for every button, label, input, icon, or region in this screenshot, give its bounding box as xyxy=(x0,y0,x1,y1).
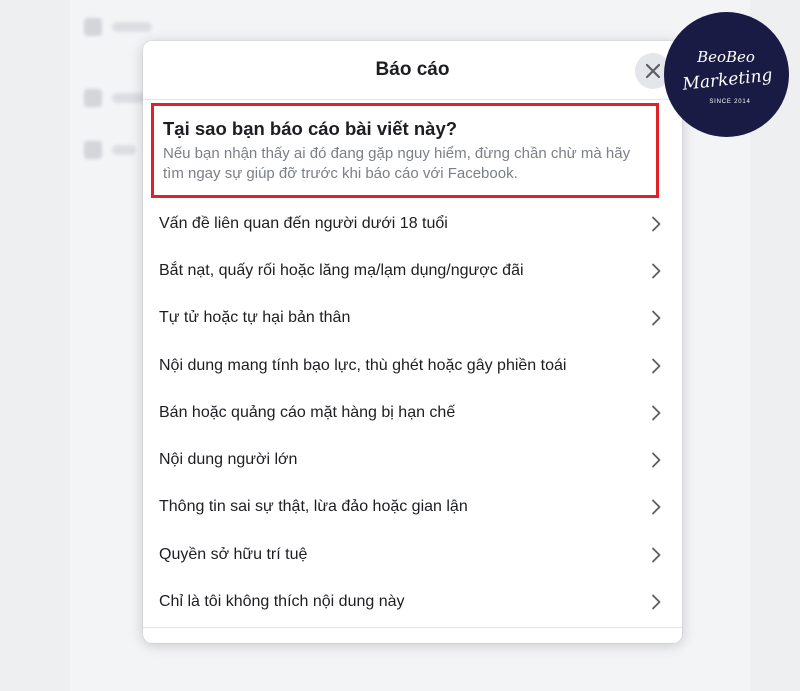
report-intro-highlight: Tại sao bạn báo cáo bài viết này? Nếu bạ… xyxy=(151,103,659,198)
report-dialog: Báo cáo Tại sao bạn báo cáo bài viết này… xyxy=(143,41,682,643)
report-option-label: Thông tin sai sự thật, lừa đảo hoặc gian… xyxy=(159,498,468,516)
chevron-right-icon xyxy=(648,499,664,515)
report-option[interactable]: Chỉ là tôi không thích nội dung này xyxy=(143,578,682,625)
report-options-list: Vấn đề liên quan đến người dưới 18 tuổi … xyxy=(143,200,682,626)
report-option[interactable]: Bán hoặc quảng cáo mặt hàng bị hạn chế xyxy=(143,389,682,436)
chevron-right-icon xyxy=(648,594,664,610)
report-option-label: Vấn đề liên quan đến người dưới 18 tuổi xyxy=(159,214,448,232)
dialog-header: Báo cáo xyxy=(143,41,682,100)
background-row xyxy=(84,17,152,37)
chevron-right-icon xyxy=(648,216,664,232)
report-option[interactable]: Thông tin sai sự thật, lừa đảo hoặc gian… xyxy=(143,484,682,531)
report-option[interactable]: Bắt nạt, quấy rối hoặc lăng mạ/lạm dụng/… xyxy=(143,247,682,294)
dialog-footer-divider xyxy=(143,627,682,628)
report-option-label: Quyền sở hữu trí tuệ xyxy=(159,545,308,563)
svg-text:BeoBeo: BeoBeo xyxy=(696,48,755,66)
report-option[interactable]: Nội dung người lớn xyxy=(143,436,682,483)
report-option-label: Tự tử hoặc tự hại bản thân xyxy=(159,309,351,327)
report-option-label: Chỉ là tôi không thích nội dung này xyxy=(159,593,405,611)
svg-text:Marketing: Marketing xyxy=(681,65,774,94)
svg-text:SINCE 2014: SINCE 2014 xyxy=(709,99,750,105)
intro-heading: Tại sao bạn báo cáo bài viết này? xyxy=(163,118,458,139)
close-icon xyxy=(645,63,661,79)
background-row xyxy=(84,88,152,108)
report-option-label: Bắt nạt, quấy rối hoặc lăng mạ/lạm dụng/… xyxy=(159,261,524,279)
chevron-right-icon xyxy=(648,547,664,563)
report-option[interactable]: Tự tử hoặc tự hại bản thân xyxy=(143,295,682,342)
brand-watermark-logo: BeoBeo Marketing SINCE 2014 xyxy=(664,12,789,137)
background-row xyxy=(84,140,136,160)
report-option-label: Nội dung người lớn xyxy=(159,451,298,469)
dialog-title: Báo cáo xyxy=(375,59,450,80)
chevron-right-icon xyxy=(648,405,664,421)
report-option-label: Bán hoặc quảng cáo mặt hàng bị hạn chế xyxy=(159,403,456,421)
report-option-label: Nội dung mang tính bạo lực, thù ghét hoặ… xyxy=(159,356,567,374)
watermark-logo-art: BeoBeo Marketing SINCE 2014 xyxy=(681,48,774,105)
chevron-right-icon xyxy=(648,310,664,326)
report-option[interactable]: Vấn đề liên quan đến người dưới 18 tuổi xyxy=(143,200,682,247)
chevron-right-icon xyxy=(648,263,664,279)
chevron-right-icon xyxy=(648,452,664,468)
report-option[interactable]: Nội dung mang tính bạo lực, thù ghét hoặ… xyxy=(143,342,682,389)
chevron-right-icon xyxy=(648,358,664,374)
intro-description: Nếu bạn nhận thấy ai đó đang gặp nguy hi… xyxy=(163,145,631,182)
report-option[interactable]: Quyền sở hữu trí tuệ xyxy=(143,531,682,578)
